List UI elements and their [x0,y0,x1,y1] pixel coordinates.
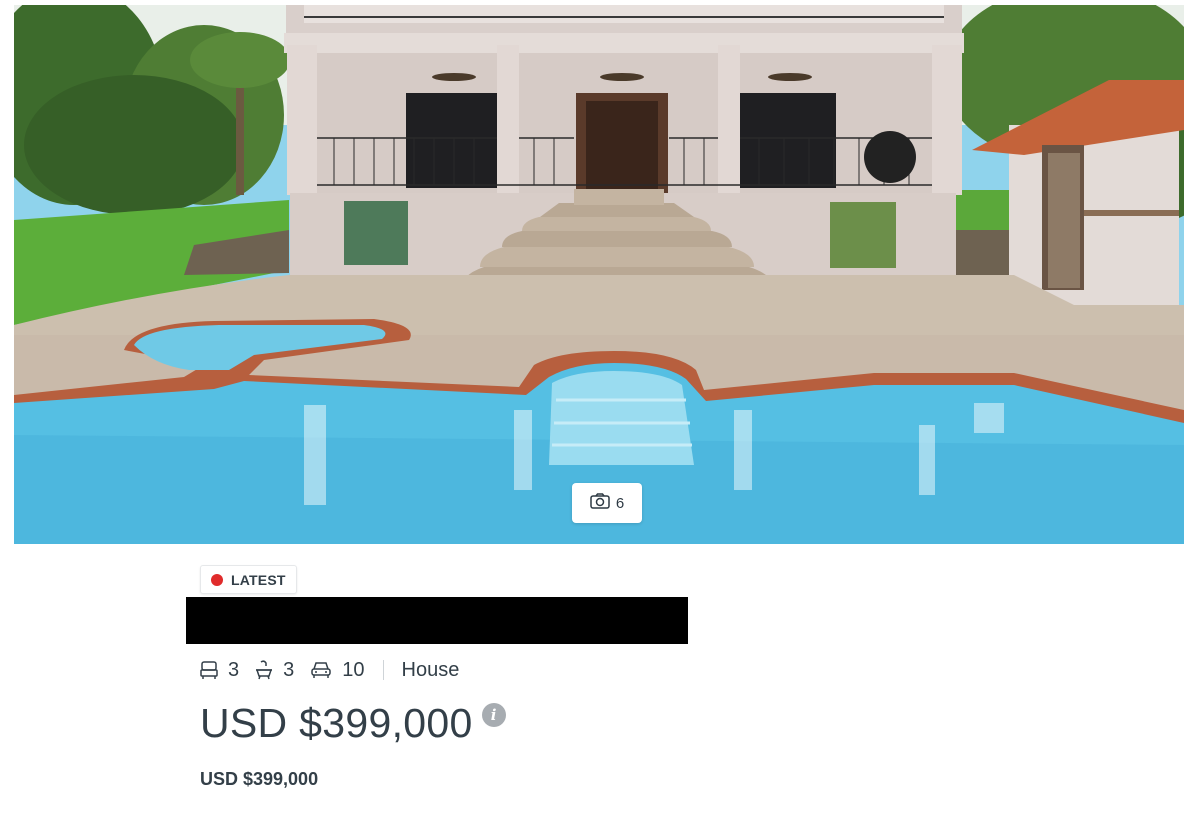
redacted-title [186,597,688,644]
bedrooms: 3 [200,659,239,682]
bathrooms-count: 3 [283,658,295,681]
property-photo[interactable] [14,5,1184,544]
info-icon[interactable]: i [481,703,506,727]
divider [382,660,384,680]
bed-icon [200,660,218,680]
red-dot-icon [211,573,223,586]
car-icon [310,660,332,680]
bathrooms: 3 [255,659,294,682]
parking: 10 [310,658,365,682]
photo-count-button[interactable]: 6 [572,483,642,523]
price-secondary: USD $399,000 [200,769,319,789]
price: USD $399,000 [200,700,473,746]
photo-count: 6 [615,494,625,512]
property-features: 3 3 10 House [200,655,459,685]
bedrooms-count: 3 [228,658,240,681]
bath-icon [255,660,273,680]
camera-icon [590,492,610,514]
price-block: USD $399,000 i [200,698,506,748]
pool-house-image [14,5,1184,544]
latest-badge: LATEST [200,565,297,594]
property-type: House [401,658,460,681]
parking-count: 10 [342,658,365,681]
badge-label: LATEST [231,571,286,588]
